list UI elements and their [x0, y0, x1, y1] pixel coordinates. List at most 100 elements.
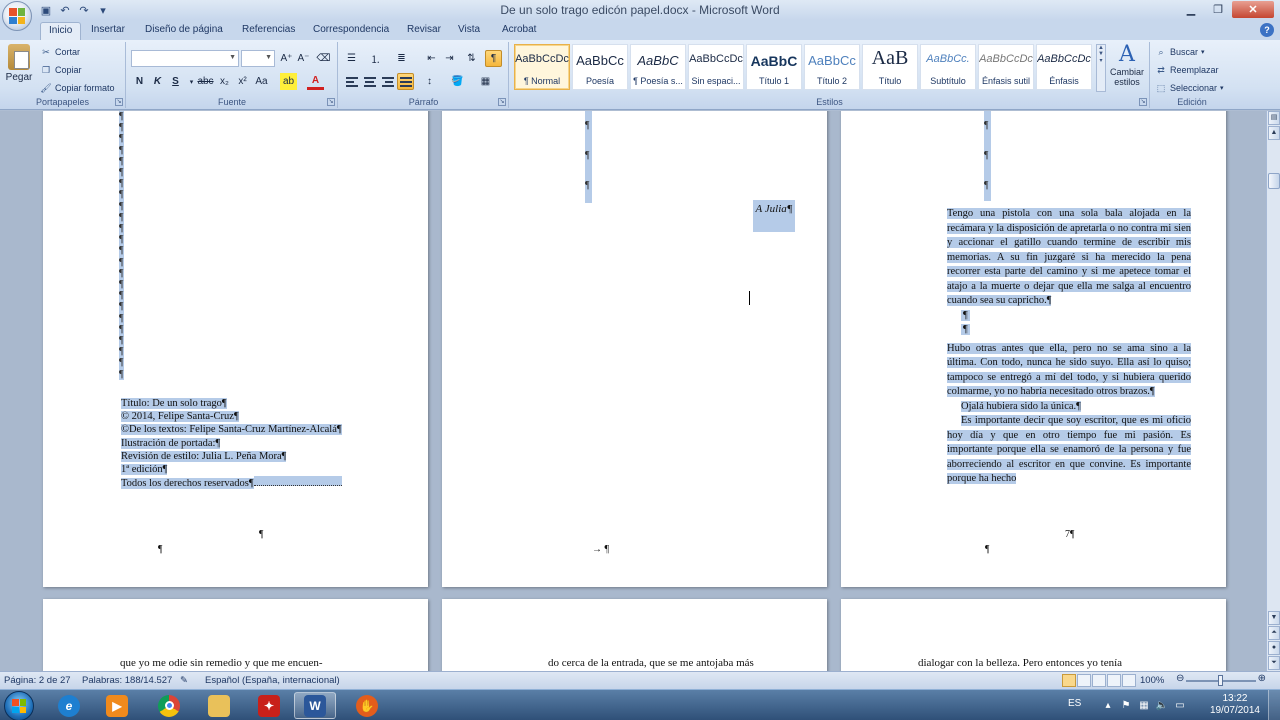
- style-subtitulo[interactable]: AaBbCc. Subtítulo: [920, 44, 976, 90]
- tab-insertar[interactable]: Insertar: [83, 22, 133, 40]
- taskbar-app[interactable]: ✋: [346, 692, 388, 719]
- copy-button[interactable]: ❐ Copiar: [40, 62, 82, 78]
- taskbar-media-player[interactable]: ▶: [96, 692, 138, 719]
- help-icon[interactable]: ?: [1260, 23, 1274, 37]
- page-count[interactable]: Página: 2 de 27: [4, 675, 71, 686]
- taskbar-chrome[interactable]: [148, 692, 190, 719]
- draft-icon[interactable]: [1122, 674, 1136, 687]
- tab-vista[interactable]: Vista: [450, 22, 488, 40]
- format-painter-button[interactable]: 🖌 Copiar formato: [40, 80, 114, 96]
- styles-scroll[interactable]: ▲ ▼ ▾: [1096, 44, 1106, 92]
- borders-icon[interactable]: ▦: [477, 73, 494, 90]
- superscript-icon[interactable]: x²: [234, 73, 251, 90]
- input-language[interactable]: ES: [1068, 698, 1081, 709]
- line-spacing-icon[interactable]: ↕: [421, 73, 438, 90]
- page-2[interactable]: ¶ ¶ ¶ A Julia¶ → ¶: [442, 111, 827, 587]
- style-titulo[interactable]: AaB Título: [862, 44, 918, 90]
- change-case-icon[interactable]: Aa: [253, 73, 270, 90]
- tab-referencias[interactable]: Referencias: [234, 22, 303, 40]
- style-titulo-2[interactable]: AaBbCc Título 2: [804, 44, 860, 90]
- clock[interactable]: 13:22 19/07/2014: [1210, 693, 1260, 717]
- browse-object-icon[interactable]: ●: [1268, 641, 1280, 655]
- font-color-icon[interactable]: A: [307, 73, 324, 90]
- page-6[interactable]: dialogar con la belleza. Pero entonces y…: [841, 599, 1226, 671]
- zoom-thumb[interactable]: [1218, 675, 1223, 686]
- web-layout-icon[interactable]: [1092, 674, 1106, 687]
- shading-icon[interactable]: 🪣: [449, 73, 466, 90]
- font-size-combo[interactable]: ▼: [241, 50, 275, 67]
- shrink-font-icon[interactable]: A⁻: [295, 50, 312, 67]
- language-indicator[interactable]: Español (España, internacional): [205, 675, 340, 686]
- outline-icon[interactable]: [1107, 674, 1121, 687]
- full-screen-reading-icon[interactable]: [1077, 674, 1091, 687]
- decrease-indent-icon[interactable]: ⇤: [423, 50, 440, 67]
- ruler-toggle-icon[interactable]: ▤: [1268, 111, 1280, 125]
- strikethrough-icon[interactable]: abc: [197, 73, 214, 90]
- grow-font-icon[interactable]: A⁺: [278, 50, 295, 67]
- replace-button[interactable]: ⇄ Reemplazar: [1155, 62, 1218, 78]
- page-3[interactable]: ¶ ¶ ¶ Tengo una pistola con una sola bala …: [841, 111, 1226, 587]
- style-enfasis-sutil[interactable]: AaBbCcDc Énfasis sutil: [978, 44, 1034, 90]
- taskbar-internet-explorer[interactable]: e: [48, 692, 90, 719]
- numbering-icon[interactable]: ⒈: [367, 50, 384, 67]
- page-1[interactable]: ¶ ¶ ¶ ¶ ¶ ¶ ¶ ¶ ¶ ¶ ¶ ¶ ¶ ¶ ¶ ¶ ¶ ¶ ¶ ¶ ¶ ¶ ¶ ¶ Título: De un s…: [43, 111, 428, 587]
- style-enfasis[interactable]: AaBbCcDc Énfasis: [1036, 44, 1092, 90]
- font-name-combo[interactable]: ▼: [131, 50, 239, 67]
- cut-button[interactable]: ✂ Cortar: [40, 44, 80, 60]
- align-right-icon[interactable]: [379, 73, 396, 90]
- scroll-up-icon[interactable]: ▲: [1268, 126, 1280, 140]
- office-button[interactable]: [2, 1, 32, 31]
- close-icon[interactable]: ✕: [1232, 1, 1274, 18]
- style-titulo-1[interactable]: AaBbC Título 1: [746, 44, 802, 90]
- subscript-icon[interactable]: x₂: [216, 73, 233, 90]
- previous-page-icon[interactable]: ⏶: [1268, 626, 1280, 640]
- page-4[interactable]: que yo me odie sin remedio y que me encu…: [43, 599, 428, 671]
- maximize-icon[interactable]: ❐: [1205, 1, 1231, 18]
- next-page-icon[interactable]: ⏷: [1268, 656, 1280, 670]
- bold-icon[interactable]: N: [131, 73, 148, 90]
- page-5[interactable]: do cerca de la entrada, que se me antoja…: [442, 599, 827, 671]
- zoom-slider[interactable]: ⊖ ⊕: [1176, 673, 1266, 686]
- tab-inicio[interactable]: Inicio: [40, 22, 82, 40]
- taskbar-word[interactable]: W: [294, 692, 336, 719]
- increase-indent-icon[interactable]: ⇥: [441, 50, 458, 67]
- multilevel-list-icon[interactable]: ≣: [393, 50, 410, 67]
- print-layout-icon[interactable]: [1062, 674, 1076, 687]
- find-button[interactable]: ⌕ Buscar ▾: [1155, 44, 1204, 60]
- clear-format-icon[interactable]: ⌫: [315, 50, 332, 67]
- style-normal[interactable]: AaBbCcDc ¶ Normal: [514, 44, 570, 90]
- word-count[interactable]: Palabras: 188/14.527: [82, 675, 172, 686]
- zoom-level[interactable]: 100%: [1140, 675, 1164, 686]
- highlight-icon[interactable]: ab: [280, 73, 297, 90]
- battery-icon[interactable]: ▭: [1174, 699, 1186, 711]
- vertical-scrollbar[interactable]: ▤ ▲ ▼ ⏶ ● ⏷: [1266, 111, 1280, 671]
- style-poesia[interactable]: AaBbCc Poesía: [572, 44, 628, 90]
- show-desktop-button[interactable]: [1268, 690, 1280, 720]
- styles-launcher-icon[interactable]: ↘: [1139, 98, 1147, 106]
- select-button[interactable]: ⬚ Seleccionar ▾: [1155, 80, 1224, 96]
- tab-correspondencia[interactable]: Correspondencia: [305, 22, 397, 40]
- flag-icon[interactable]: ⚑: [1120, 699, 1132, 711]
- style-poesia-s[interactable]: AaBbC ¶ Poesía s...: [630, 44, 686, 90]
- sort-icon[interactable]: ⇅: [463, 50, 480, 67]
- paragraph-launcher-icon[interactable]: ↘: [498, 98, 506, 106]
- align-left-icon[interactable]: [343, 73, 360, 90]
- scroll-thumb[interactable]: [1268, 173, 1280, 189]
- bullets-icon[interactable]: ☰: [343, 50, 360, 67]
- style-sin-espaciado[interactable]: AaBbCcDc Sin espaci...: [688, 44, 744, 90]
- volume-icon[interactable]: 🔈: [1156, 699, 1168, 711]
- align-center-icon[interactable]: [361, 73, 378, 90]
- tab-acrobat[interactable]: Acrobat: [494, 22, 544, 40]
- minimize-icon[interactable]: ▁: [1178, 1, 1204, 18]
- tab-diseno-pagina[interactable]: Diseño de página: [137, 22, 231, 40]
- zoom-out-icon[interactable]: ⊖: [1176, 673, 1184, 684]
- scroll-down-icon[interactable]: ▼: [1268, 611, 1280, 625]
- underline-icon[interactable]: S: [167, 73, 184, 90]
- tab-revisar[interactable]: Revisar: [399, 22, 449, 40]
- show-hidden-icon[interactable]: ▴: [1102, 699, 1114, 711]
- clipboard-launcher-icon[interactable]: ↘: [115, 98, 123, 106]
- justify-icon[interactable]: [397, 73, 414, 90]
- proofing-icon[interactable]: ✎: [180, 675, 188, 686]
- taskbar-acrobat[interactable]: ✦: [248, 692, 290, 719]
- network-icon[interactable]: ▦: [1138, 699, 1150, 711]
